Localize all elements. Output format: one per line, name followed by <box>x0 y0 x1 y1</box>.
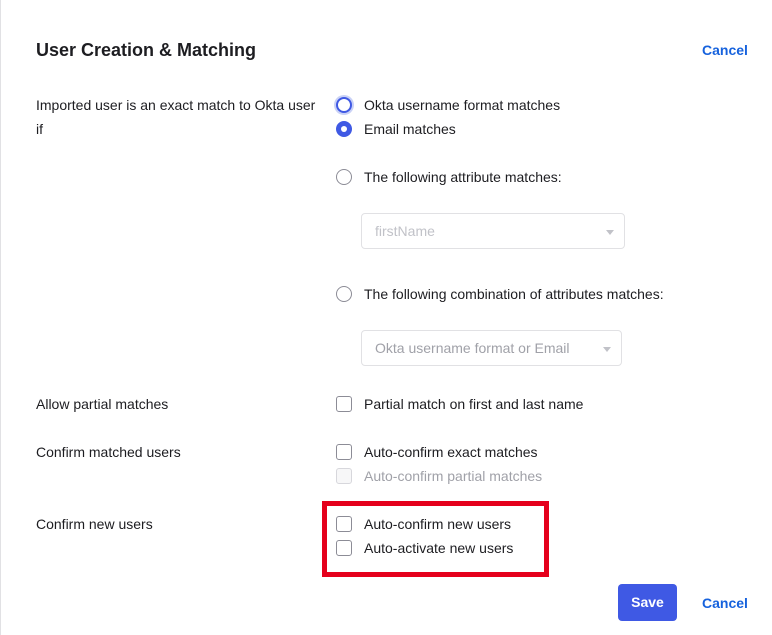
confirm-matched-label: Confirm matched users <box>36 444 181 460</box>
header-cancel-link[interactable]: Cancel <box>702 42 748 58</box>
chevron-down-icon <box>606 230 614 235</box>
radio-username-format[interactable] <box>336 97 352 113</box>
combination-select[interactable]: Okta username format or Email <box>361 330 622 366</box>
radio-attribute-matches[interactable] <box>336 169 352 185</box>
checkbox-auto-confirm-partial-label: Auto-confirm partial matches <box>364 468 543 484</box>
confirm-new-label: Confirm new users <box>36 516 153 532</box>
radio-username-format-label[interactable]: Okta username format matches <box>364 93 560 117</box>
radio-combination-matches[interactable] <box>336 286 352 302</box>
page-title: User Creation & Matching <box>36 40 257 60</box>
checkbox-auto-activate-new[interactable] <box>336 540 352 556</box>
checkbox-auto-confirm-partial <box>336 468 352 484</box>
checkbox-auto-confirm-new[interactable] <box>336 516 352 532</box>
checkbox-auto-confirm-new-label[interactable]: Auto-confirm new users <box>364 512 511 536</box>
footer-cancel-link[interactable]: Cancel <box>702 595 748 611</box>
radio-email-matches[interactable] <box>336 121 352 137</box>
chevron-down-icon <box>603 347 611 352</box>
attribute-select-value: firstName <box>375 223 435 239</box>
checkbox-auto-activate-new-label[interactable]: Auto-activate new users <box>364 536 513 560</box>
partial-matches-label: Allow partial matches <box>36 396 169 412</box>
checkbox-partial-match[interactable] <box>336 396 352 412</box>
panel-left-border <box>0 0 1 635</box>
checkbox-partial-match-label[interactable]: Partial match on first and last name <box>364 392 583 416</box>
radio-combination-matches-label[interactable]: The following combination of attributes … <box>364 282 664 306</box>
radio-attribute-matches-label[interactable]: The following attribute matches: <box>364 165 562 189</box>
exact-match-label: Imported user is an exact match to Okta … <box>36 97 316 137</box>
save-button[interactable]: Save <box>618 584 677 621</box>
radio-circle <box>336 97 352 113</box>
combination-select-value: Okta username format or Email <box>375 340 570 356</box>
checkbox-auto-confirm-exact-label[interactable]: Auto-confirm exact matches <box>364 440 538 464</box>
attribute-select: firstName <box>361 213 625 249</box>
checkbox-auto-confirm-exact[interactable] <box>336 444 352 460</box>
radio-email-matches-label[interactable]: Email matches <box>364 117 456 141</box>
